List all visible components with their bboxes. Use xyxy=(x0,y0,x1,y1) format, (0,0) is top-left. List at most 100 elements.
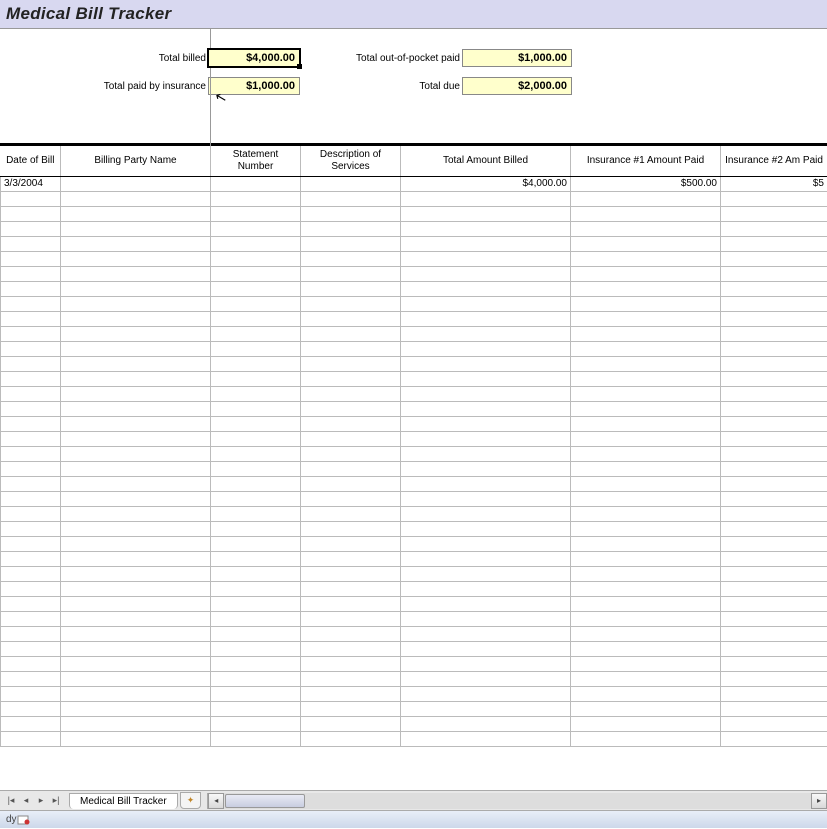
cell-date[interactable] xyxy=(1,641,61,656)
tab-nav-last-icon[interactable]: ▸| xyxy=(49,794,63,808)
cell-ins1[interactable] xyxy=(571,581,721,596)
cell-date[interactable] xyxy=(1,596,61,611)
cell-total[interactable] xyxy=(401,296,571,311)
cell-desc[interactable] xyxy=(301,461,401,476)
cell-desc[interactable] xyxy=(301,581,401,596)
cell-desc[interactable] xyxy=(301,266,401,281)
cell-ins2[interactable] xyxy=(721,191,827,206)
cell-ins2[interactable] xyxy=(721,506,827,521)
cell-date[interactable] xyxy=(1,566,61,581)
cell-desc[interactable] xyxy=(301,296,401,311)
new-sheet-icon[interactable]: ✦ xyxy=(180,792,202,809)
cell-ins1[interactable] xyxy=(571,266,721,281)
cell-party[interactable] xyxy=(61,206,211,221)
cell-ins2[interactable] xyxy=(721,581,827,596)
cell-date[interactable] xyxy=(1,221,61,236)
cell-ins2[interactable] xyxy=(721,296,827,311)
cell-party[interactable] xyxy=(61,221,211,236)
cell-desc[interactable] xyxy=(301,476,401,491)
scroll-right-icon[interactable]: ▸ xyxy=(811,793,827,809)
cell-total[interactable] xyxy=(401,626,571,641)
cell-ins2[interactable] xyxy=(721,221,827,236)
cell-stmt[interactable] xyxy=(211,371,301,386)
cell-total[interactable] xyxy=(401,431,571,446)
cell-desc[interactable] xyxy=(301,176,401,191)
cell-party[interactable] xyxy=(61,731,211,746)
cell-ins1[interactable] xyxy=(571,506,721,521)
cell-total[interactable] xyxy=(401,701,571,716)
cell-total[interactable] xyxy=(401,221,571,236)
cell-ins1[interactable] xyxy=(571,521,721,536)
cell-stmt[interactable] xyxy=(211,701,301,716)
cell-stmt[interactable] xyxy=(211,716,301,731)
cell-ins2[interactable] xyxy=(721,566,827,581)
total-paid-insurance-value[interactable]: $1,000.00 xyxy=(208,77,300,95)
cell-ins2[interactable] xyxy=(721,551,827,566)
cell-party[interactable] xyxy=(61,506,211,521)
cell-ins2[interactable] xyxy=(721,206,827,221)
cell-ins2[interactable] xyxy=(721,311,827,326)
cell-desc[interactable] xyxy=(301,341,401,356)
cell-ins2[interactable] xyxy=(721,521,827,536)
cell-ins2[interactable] xyxy=(721,536,827,551)
cell-date[interactable] xyxy=(1,521,61,536)
cell-ins2[interactable] xyxy=(721,611,827,626)
cell-total[interactable] xyxy=(401,491,571,506)
cell-desc[interactable] xyxy=(301,596,401,611)
cell-ins1[interactable] xyxy=(571,401,721,416)
cell-total[interactable] xyxy=(401,251,571,266)
cell-date[interactable] xyxy=(1,656,61,671)
cell-desc[interactable] xyxy=(301,611,401,626)
cell-stmt[interactable] xyxy=(211,191,301,206)
col-header-party[interactable]: Billing Party Name xyxy=(61,146,211,176)
cell-ins1[interactable] xyxy=(571,701,721,716)
cell-date[interactable] xyxy=(1,326,61,341)
horizontal-scrollbar[interactable]: ◂ ▸ xyxy=(207,793,827,809)
cell-stmt[interactable] xyxy=(211,266,301,281)
cell-ins1[interactable]: $500.00 xyxy=(571,176,721,191)
cell-total[interactable] xyxy=(401,401,571,416)
cell-desc[interactable] xyxy=(301,221,401,236)
cell-ins1[interactable] xyxy=(571,371,721,386)
cell-ins1[interactable] xyxy=(571,311,721,326)
cell-ins1[interactable] xyxy=(571,236,721,251)
cell-ins2[interactable] xyxy=(721,251,827,266)
cell-ins2[interactable] xyxy=(721,326,827,341)
cell-party[interactable] xyxy=(61,671,211,686)
cell-ins1[interactable] xyxy=(571,686,721,701)
cell-party[interactable] xyxy=(61,296,211,311)
cell-party[interactable] xyxy=(61,551,211,566)
cell-stmt[interactable] xyxy=(211,311,301,326)
cell-party[interactable] xyxy=(61,701,211,716)
cell-desc[interactable] xyxy=(301,416,401,431)
col-header-desc[interactable]: Description of Services xyxy=(301,146,401,176)
cell-date[interactable] xyxy=(1,266,61,281)
cell-total[interactable] xyxy=(401,236,571,251)
cell-ins2[interactable] xyxy=(721,491,827,506)
cell-stmt[interactable] xyxy=(211,536,301,551)
cell-party[interactable] xyxy=(61,281,211,296)
macro-record-icon[interactable] xyxy=(17,814,31,826)
cell-date[interactable] xyxy=(1,206,61,221)
cell-stmt[interactable] xyxy=(211,221,301,236)
cell-party[interactable] xyxy=(61,341,211,356)
cell-ins1[interactable] xyxy=(571,431,721,446)
cell-ins2[interactable] xyxy=(721,386,827,401)
cell-ins1[interactable] xyxy=(571,626,721,641)
cell-date[interactable] xyxy=(1,491,61,506)
cell-ins1[interactable] xyxy=(571,206,721,221)
cell-total[interactable] xyxy=(401,356,571,371)
cell-party[interactable] xyxy=(61,686,211,701)
cell-total[interactable] xyxy=(401,281,571,296)
cell-ins1[interactable] xyxy=(571,671,721,686)
cell-date[interactable] xyxy=(1,686,61,701)
cell-party[interactable] xyxy=(61,581,211,596)
cell-desc[interactable] xyxy=(301,506,401,521)
cell-ins1[interactable] xyxy=(571,446,721,461)
cell-desc[interactable] xyxy=(301,671,401,686)
cell-date[interactable] xyxy=(1,701,61,716)
cell-stmt[interactable] xyxy=(211,731,301,746)
cell-party[interactable] xyxy=(61,311,211,326)
cell-desc[interactable] xyxy=(301,191,401,206)
cell-date[interactable] xyxy=(1,386,61,401)
